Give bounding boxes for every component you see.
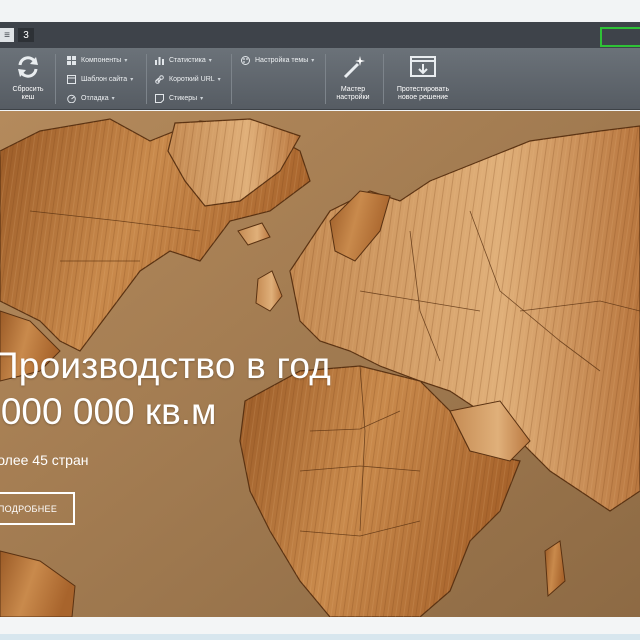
statistics-label: Статистика xyxy=(169,56,206,64)
hero-banner: Производство в год 1 000 000 кв.м Более … xyxy=(0,111,640,617)
admin-panel: Сбросить кеш Компоненты ▾ Шаблон сайта ▾ О… xyxy=(0,48,640,110)
theme-master-label: Мастер настройки xyxy=(336,86,370,101)
debug-label: Отладка xyxy=(81,94,109,102)
chevron-down-icon: ▾ xyxy=(111,95,115,102)
template-icon xyxy=(66,74,76,84)
more-button[interactable]: ПОДРОБНЕЕ xyxy=(0,492,75,525)
highlight-frame xyxy=(600,27,640,47)
chevron-down-icon: ▾ xyxy=(208,57,212,64)
hero-subtitle: 1 000 000 кв.м xyxy=(0,391,217,432)
panel-column-2: Статистика ▾ Короткий URL ▾ Стикеры ▾ xyxy=(154,54,221,104)
palette-icon xyxy=(240,55,250,65)
debug-menu[interactable]: Отладка ▾ xyxy=(66,92,133,104)
panel-column-1: Компоненты ▾ Шаблон сайта ▾ Отладка ▾ xyxy=(66,54,133,104)
sticker-icon xyxy=(154,93,164,103)
magic-wand-icon xyxy=(338,52,368,82)
divider xyxy=(231,54,232,104)
chevron-down-icon: ▾ xyxy=(130,76,134,83)
divider xyxy=(325,54,326,104)
speedometer-icon xyxy=(66,93,76,103)
clear-cache-label: Сбросить кеш xyxy=(12,86,44,101)
grid-icon xyxy=(66,55,76,65)
test-solution-button[interactable]: Протестировать новое решение xyxy=(393,52,453,102)
notification-count: 3 xyxy=(18,28,34,42)
stickers-label: Стикеры xyxy=(169,94,198,102)
hero-countries-text: Более 45 стран xyxy=(0,452,89,468)
chevron-down-icon: ▾ xyxy=(311,57,315,64)
clear-cache-button[interactable]: Сбросить кеш xyxy=(9,52,47,102)
admin-top-bar: ≡ 3 xyxy=(0,22,640,48)
site-template-menu[interactable]: Шаблон сайта ▾ xyxy=(66,73,133,85)
menu-icon: ≡ xyxy=(0,28,14,42)
bar-chart-icon xyxy=(154,55,164,65)
components-label: Компоненты xyxy=(81,56,122,64)
test-solution-label: Протестировать новое решение xyxy=(396,86,450,101)
panel-column-3: Настройка темы ▾ xyxy=(240,54,314,66)
stickers-menu[interactable]: Стикеры ▾ xyxy=(154,92,221,104)
hero-title: Производство в год xyxy=(0,345,332,386)
link-icon xyxy=(154,74,164,84)
divider xyxy=(383,54,384,104)
chevron-down-icon: ▾ xyxy=(124,57,128,64)
short-url-label: Короткий URL xyxy=(169,75,215,83)
site-template-label: Шаблон сайта xyxy=(81,75,128,83)
statistics-menu[interactable]: Статистика ▾ xyxy=(154,54,221,66)
theme-settings-label: Настройка темы xyxy=(255,56,309,64)
short-url-menu[interactable]: Короткий URL ▾ xyxy=(154,73,221,85)
theme-settings-menu[interactable]: Настройка темы ▾ xyxy=(240,54,314,66)
bottom-divider xyxy=(0,634,640,640)
divider xyxy=(146,54,147,104)
browser-viewport: ≡ 3 Сбросить кеш Компоненты ▾ Шаблон сай… xyxy=(0,0,640,640)
chevron-down-icon: ▾ xyxy=(200,95,204,102)
theme-master-button[interactable]: Мастер настройки xyxy=(333,52,373,102)
components-menu[interactable]: Компоненты ▾ xyxy=(66,54,133,66)
chevron-down-icon: ▾ xyxy=(217,76,221,83)
notifications[interactable]: ≡ 3 xyxy=(0,27,34,43)
refresh-icon xyxy=(13,52,43,82)
divider xyxy=(55,54,56,104)
download-window-icon xyxy=(408,52,438,82)
